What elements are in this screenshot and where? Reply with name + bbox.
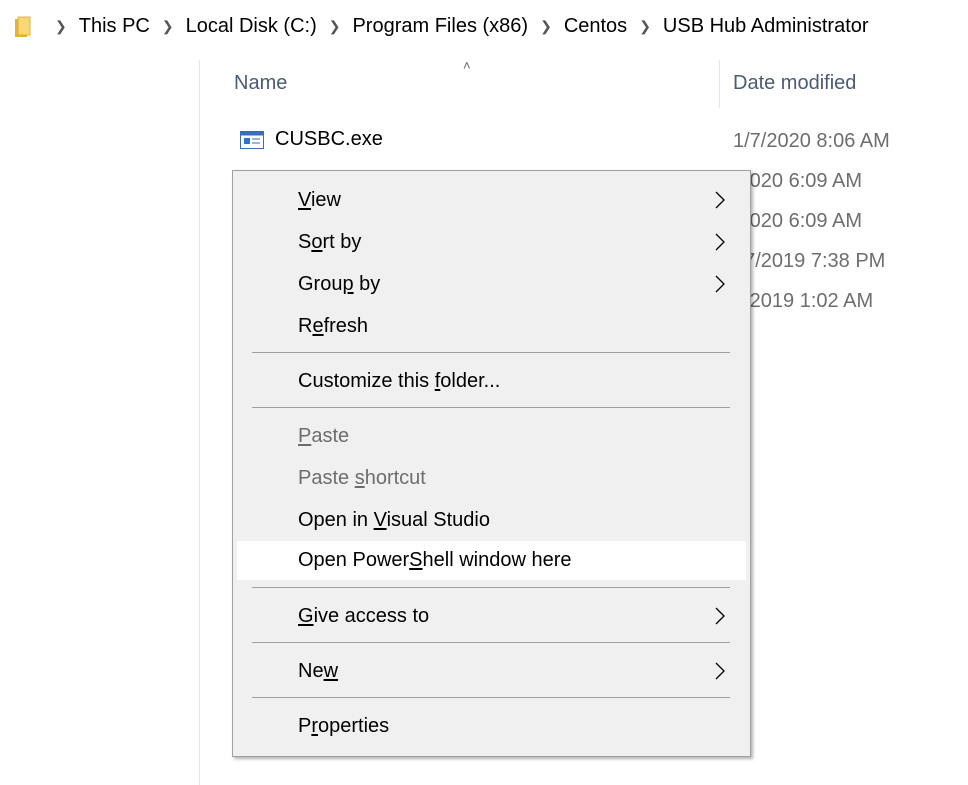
chevron-right-icon[interactable]: ❯ xyxy=(639,18,651,35)
menu-item-group-by[interactable]: Group by xyxy=(237,265,746,304)
file-date: 9/2019 1:02 AM xyxy=(733,290,874,312)
menu-item-label: New xyxy=(298,660,339,682)
file-name[interactable]: CUSBC.exe xyxy=(275,128,383,151)
chevron-right-icon[interactable]: ❯ xyxy=(329,18,341,35)
sort-up-icon: ˄ xyxy=(463,58,471,73)
column-header-name[interactable]: Name xyxy=(234,72,287,95)
menu-separator xyxy=(252,587,730,588)
chevron-right-icon: ❯ xyxy=(55,17,67,34)
breadcrumb-local-disk[interactable]: Local Disk (C:) xyxy=(186,15,317,38)
date-modified-column: 1/7/2020 8:06 AM /2020 6:09 AM /2020 6:0… xyxy=(733,128,890,328)
menu-item-open-in-visual-studio[interactable]: Open in Visual Studio xyxy=(237,501,746,540)
menu-item-paste: Paste xyxy=(237,417,746,456)
menu-item-label: Give access to xyxy=(298,605,430,627)
chevron-right-icon[interactable]: ❯ xyxy=(162,18,174,35)
menu-item-refresh[interactable]: Refresh xyxy=(237,307,746,346)
menu-item-open-powershell[interactable]: Open PowerShell window here xyxy=(237,541,746,580)
menu-item-customize-folder[interactable]: Customize this folder... xyxy=(237,362,746,401)
folder-icon xyxy=(15,16,31,37)
menu-item-label: Open in Visual Studio xyxy=(298,509,490,531)
menu-item-label: Group by xyxy=(298,273,381,295)
menu-separator xyxy=(252,407,730,408)
column-divider[interactable] xyxy=(719,60,720,108)
menu-item-give-access-to[interactable]: Give access to xyxy=(237,597,746,636)
breadcrumb-this-pc[interactable]: This PC xyxy=(79,15,150,38)
menu-item-label: Paste shortcut xyxy=(298,467,426,489)
menu-item-label: Paste xyxy=(298,425,350,447)
file-date: /2020 6:09 AM xyxy=(733,210,862,232)
application-icon xyxy=(240,131,264,149)
submenu-arrow-icon xyxy=(715,275,725,293)
menu-item-new[interactable]: New xyxy=(237,652,746,691)
chevron-right-icon[interactable]: ❯ xyxy=(540,18,552,35)
menu-separator xyxy=(252,642,730,643)
menu-item-view[interactable]: View xyxy=(237,181,746,220)
column-header-date-modified[interactable]: Date modified xyxy=(733,72,856,95)
menu-item-label: Customize this folder... xyxy=(298,370,501,392)
submenu-arrow-icon xyxy=(715,662,725,680)
menu-item-label: View xyxy=(298,189,341,211)
context-menu: View Sort by Group by Refresh Customize … xyxy=(232,170,751,757)
file-date: 17/2019 7:38 PM xyxy=(733,250,886,272)
breadcrumb-usb-hub-administrator[interactable]: USB Hub Administrator xyxy=(663,15,869,38)
navigation-pane-divider[interactable] xyxy=(199,60,200,785)
breadcrumb-program-files[interactable]: Program Files (x86) xyxy=(352,15,528,38)
file-date: 1/7/2020 8:06 AM xyxy=(733,130,890,152)
submenu-arrow-icon xyxy=(715,191,725,209)
menu-item-properties[interactable]: Properties xyxy=(237,707,746,746)
menu-item-paste-shortcut: Paste shortcut xyxy=(237,459,746,498)
submenu-arrow-icon xyxy=(715,233,725,251)
file-date: /2020 6:09 AM xyxy=(733,170,862,192)
menu-separator xyxy=(252,352,730,353)
menu-item-label: Open PowerShell window here xyxy=(298,549,572,571)
menu-item-sort-by[interactable]: Sort by xyxy=(237,223,746,262)
menu-item-label: Sort by xyxy=(298,231,362,253)
breadcrumb-centos[interactable]: Centos xyxy=(564,15,627,38)
submenu-arrow-icon xyxy=(715,607,725,625)
menu-item-label: Properties xyxy=(298,715,390,737)
breadcrumb: ❯ This PC ❯ Local Disk (C:) ❯ Program Fi… xyxy=(0,0,968,52)
menu-separator xyxy=(252,697,730,698)
menu-item-label: Refresh xyxy=(298,315,369,337)
